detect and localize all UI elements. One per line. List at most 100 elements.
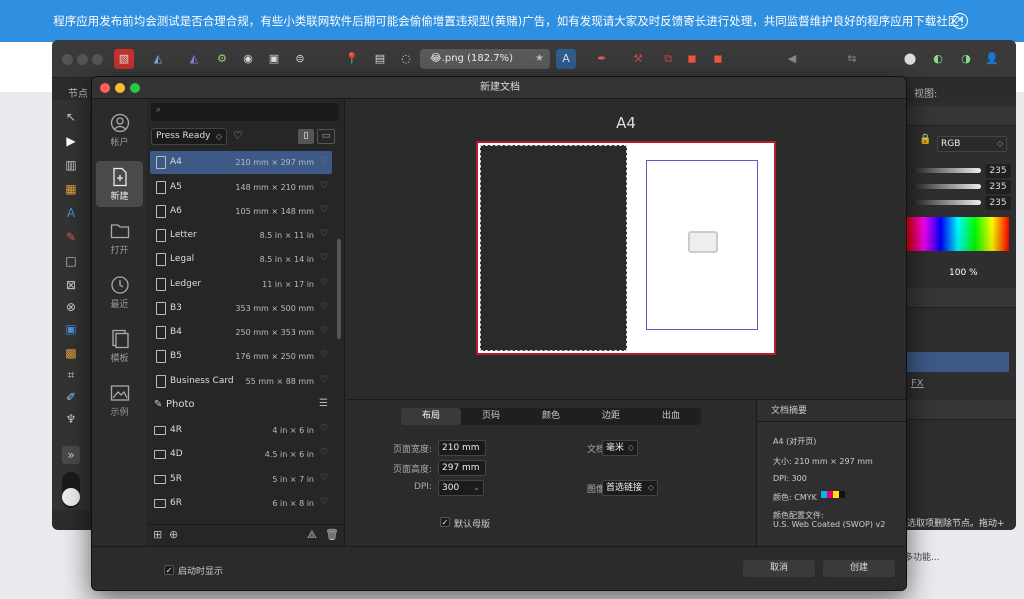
pen-tool-icon[interactable]: ✎ [62,228,80,246]
align-icon[interactable]: ◀ [782,49,802,69]
placement-select[interactable]: 首选链接 ◇ [602,480,658,496]
frame-tool-icon[interactable]: ▥ [62,156,80,174]
boolean-add-icon[interactable]: ⬤ [900,49,920,69]
heart-icon[interactable]: ♡ [320,229,328,239]
color-well[interactable] [62,472,80,508]
tab-color[interactable]: 颜色 [521,408,581,425]
tab-pages[interactable]: 页码 [461,408,521,425]
list-item[interactable]: 4R 4 in × 6 in ♡ [150,419,332,442]
heart-icon[interactable]: ♡ [320,181,328,191]
list-item[interactable]: B3 353 mm × 500 mm ♡ [150,297,332,320]
color-mode-select[interactable]: RGB ◇ [937,136,1007,152]
close-icon[interactable]: ✕ [952,13,968,29]
green-slider[interactable] [911,184,981,189]
crop-tool-icon[interactable]: ⌗ [62,366,80,384]
list-item[interactable]: 4D 4.5 in × 6 in ♡ [150,443,332,466]
shape-tool-icon[interactable]: □ [62,252,80,270]
star-icon[interactable]: ★ [535,49,544,69]
gear-icon[interactable]: ⚙ [212,49,232,69]
heart-icon[interactable]: ♡ [320,278,328,288]
nav-account[interactable]: 帐户 [96,107,143,153]
eyedropper-icon[interactable]: ✐ [62,388,80,406]
heart-icon[interactable]: ♡ [320,497,328,507]
tab-margins[interactable]: 边距 [581,408,641,425]
heart-icon[interactable]: ♡ [320,326,328,336]
mask-icon[interactable]: ⚒ [628,49,648,69]
list-item[interactable]: B5 176 mm × 250 mm ♡ [150,345,332,368]
red-slider[interactable] [911,168,981,173]
heart-icon[interactable]: ♡ [320,424,328,434]
snap-icon[interactable]: ◉ [238,49,258,69]
boolean-int-icon[interactable]: ◑ [956,49,976,69]
text-tool-icon[interactable]: A [62,204,80,222]
opacity-value[interactable]: 100 % [949,268,978,278]
portrait-icon[interactable]: ▯ [298,129,314,144]
heart-icon[interactable]: ♡ [320,253,328,263]
window-min-dot[interactable] [77,54,88,65]
list-scrollbar[interactable] [337,239,341,339]
nav-recent[interactable]: 最近 [96,269,143,315]
transform-icon[interactable]: ⊜ [290,49,310,69]
nav-open[interactable]: 打开 [96,215,143,261]
fx-icon[interactable]: FX [911,378,924,389]
fill-tool-icon[interactable]: ▩ [62,344,80,362]
dialog-min-dot[interactable] [115,83,125,93]
search-input[interactable]: ⌕ [151,103,339,121]
menu-icon[interactable]: ☰ [319,398,328,409]
create-button[interactable]: 创建 [823,560,895,577]
category-photo[interactable]: ✎ Photo ☰ [150,395,332,417]
add-category-icon[interactable]: ⊕ [169,528,178,541]
arrange-icon[interactable]: ⧉ [658,49,678,69]
expand-icon[interactable]: » [62,446,80,464]
landscape-icon[interactable]: ▭ [317,129,335,144]
layer-row-selected[interactable] [907,352,1009,372]
list-item[interactable]: B4 250 mm × 353 mm ♡ [150,321,332,344]
pen-icon[interactable]: ✒ [592,49,612,69]
picture-frame-icon[interactable]: ⊠ [62,276,80,294]
preset-select[interactable]: Press Ready ◇ [151,128,227,145]
show-on-start-checkbox[interactable]: ✓ [164,565,174,575]
affinity-logo-icon[interactable]: ◭ [148,49,168,69]
height-field[interactable]: 297 mm [438,460,486,476]
view-icon[interactable]: ◌ [396,49,416,69]
width-field[interactable]: 210 mm [438,440,486,456]
add-preset-icon[interactable]: ⊞ [153,528,162,541]
heart-icon[interactable]: ♡ [320,375,328,385]
dialog-close-dot[interactable] [100,83,110,93]
text-frame-icon[interactable]: A [556,49,576,69]
favorite-heart-icon[interactable]: ♡ [233,129,243,142]
list-item[interactable]: Legal 8.5 in × 14 in ♡ [150,248,332,271]
nav-templates[interactable]: 模板 [96,323,143,369]
dialog-max-dot[interactable] [130,83,140,93]
list-item[interactable]: A6 105 mm × 148 mm ♡ [150,200,332,223]
list-item[interactable]: 5R 5 in × 7 in ♡ [150,468,332,491]
heart-icon[interactable]: ♡ [320,302,328,312]
heart-icon[interactable]: ♡ [320,473,328,483]
persona-designer-icon[interactable]: ▧ [114,49,134,69]
move-tool-icon[interactable]: ↖ [62,108,80,126]
list-item[interactable]: Business Card 55 mm × 88 mm ♡ [150,370,332,393]
nav-new[interactable]: 新建 [96,161,143,207]
document-tab[interactable]: 😂.png (182.7%) ★ [420,49,550,69]
ellipse-frame-icon[interactable]: ⊗ [62,298,80,316]
list-item[interactable]: Ledger 11 in × 17 in ♡ [150,273,332,296]
export-icon[interactable]: ⟁ [307,528,317,542]
cancel-button[interactable]: 取消 [743,560,815,577]
list-item[interactable]: A5 148 mm × 210 mm ♡ [150,176,332,199]
list-item[interactable]: 6R 6 in × 8 in ♡ [150,492,332,515]
pin-icon[interactable]: 📍 [342,49,362,69]
green-value[interactable]: 235 [985,180,1011,194]
window-max-dot[interactable] [92,54,103,65]
brush-tool-icon[interactable]: ♆ [62,410,80,428]
image-tool-icon[interactable]: ▣ [62,320,80,338]
heart-icon[interactable]: ♡ [320,448,328,458]
red-value[interactable]: 235 [985,164,1011,178]
page-icon[interactable]: ▤ [370,49,390,69]
color-spectrum[interactable] [907,217,1009,251]
trash-icon[interactable]: 🗑 [325,528,339,541]
photo-persona-icon[interactable]: ◭ [184,49,204,69]
flip-icon[interactable]: ⇆ [842,49,862,69]
dpi-field[interactable]: 300 ⌄ [438,480,484,496]
blue-slider[interactable] [911,200,981,205]
bring-front-icon[interactable]: ◼ [682,49,702,69]
